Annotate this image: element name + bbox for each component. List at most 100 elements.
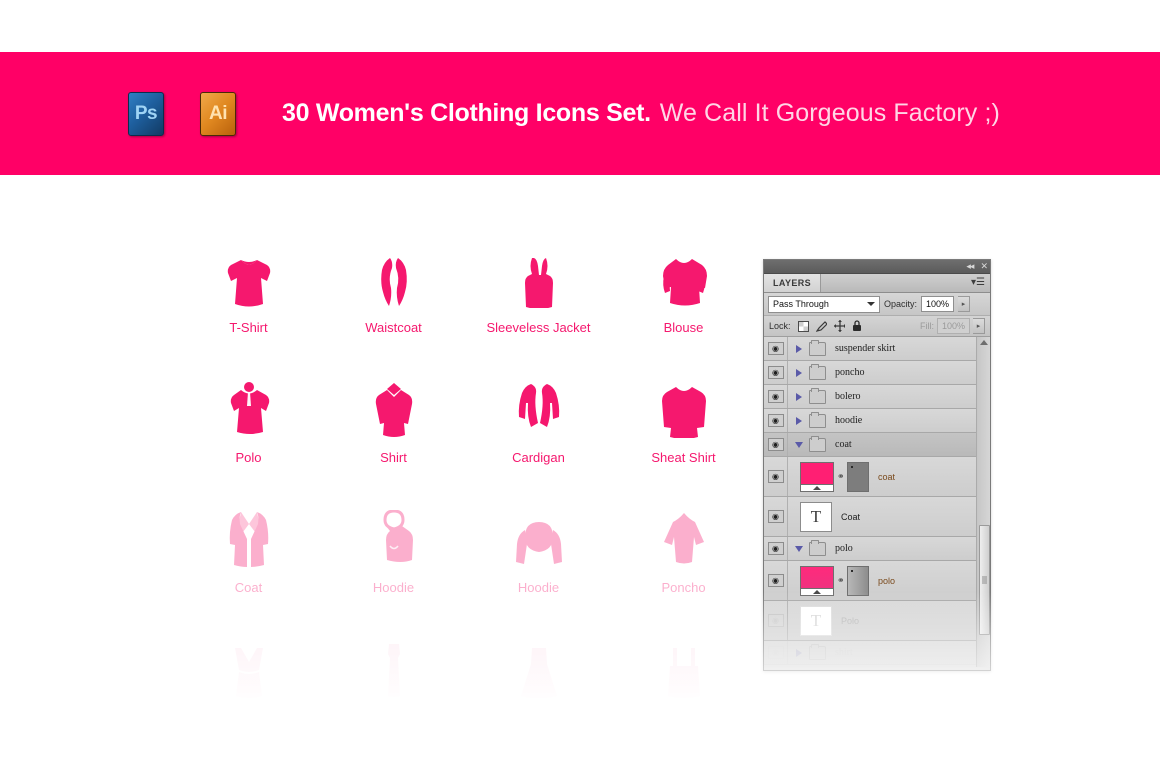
icon-cell-shirt[interactable]: Shirt	[321, 380, 466, 510]
blend-mode-select[interactable]: Pass Through	[768, 295, 880, 313]
banner-content: Ps Ai 30 Women's Clothing Icons Set. We …	[128, 52, 1000, 175]
folder-icon	[809, 411, 826, 428]
chevron-right-icon	[796, 648, 802, 657]
layer-thumbnail	[800, 461, 834, 492]
icon-row: T-Shirt Waistcoat Sleeveless Jacket Blou…	[176, 250, 756, 380]
table-row[interactable]: ◉ hoodie	[764, 409, 990, 433]
table-row[interactable]: ◉ coat	[764, 433, 990, 457]
icon-label: Hoodie	[372, 580, 415, 595]
visibility-toggle[interactable]: ◉	[764, 601, 788, 640]
close-icon[interactable]: ✕	[980, 262, 987, 271]
icon-cell-gown[interactable]	[466, 640, 611, 770]
icon-cell-dress-v[interactable]	[176, 640, 321, 770]
table-row[interactable]: ◉ polo	[764, 537, 990, 561]
layer-name: shirt	[835, 647, 853, 658]
icon-cell-cardigan[interactable]: Cardigan	[466, 380, 611, 510]
visibility-toggle[interactable]: ◉	[764, 457, 788, 496]
fill-spinner-icon[interactable]: ▸	[973, 318, 985, 334]
layer-thumbnails: ⚭	[800, 461, 869, 492]
expand-toggle[interactable]	[791, 416, 807, 425]
table-row[interactable]: ◉ suspender skirt	[764, 337, 990, 361]
scrollbar-thumb[interactable]	[979, 525, 990, 635]
icon-cell-coat[interactable]: Coat	[176, 510, 321, 640]
tab-layers[interactable]: LAYERS	[764, 274, 822, 292]
layer-list-scrollbar[interactable]	[976, 337, 990, 667]
illustrator-badge: Ai	[200, 91, 236, 136]
eye-icon: ◉	[767, 390, 784, 403]
icon-label: Poncho	[661, 580, 706, 595]
expand-toggle[interactable]	[791, 344, 807, 353]
move-lock-icon[interactable]	[833, 320, 845, 332]
panel-menu-icon[interactable]: ▾☰	[971, 274, 990, 292]
scroll-up-icon[interactable]	[979, 340, 988, 345]
table-row[interactable]: ◉ T Polo	[764, 601, 990, 641]
icon-cell-hoodie[interactable]: Hoodie	[321, 510, 466, 640]
link-icon[interactable]: ⚭	[837, 471, 845, 482]
visibility-toggle[interactable]: ◉	[764, 641, 788, 664]
icon-cell-long-dress[interactable]	[321, 640, 466, 770]
icon-cell-waistcoat[interactable]: Waistcoat	[321, 250, 466, 380]
scrollbar-grip-icon	[982, 576, 987, 584]
eye-icon: ◉	[767, 414, 784, 427]
fill-input[interactable]: 100%	[937, 318, 970, 334]
icon-cell-hoodie-open[interactable]: Hoodie	[466, 510, 611, 640]
icon-cell-poncho[interactable]: Poncho	[611, 510, 756, 640]
chevron-down-icon	[867, 301, 875, 306]
icon-cell-sweatshirt[interactable]: Sheat Shirt	[611, 380, 756, 510]
layer-thumbnails: ⚭	[800, 565, 869, 596]
collapse-icon[interactable]: ◂◂	[966, 262, 974, 271]
panel-titlebar: ◂◂ ✕	[764, 260, 990, 274]
photoshop-badge: Ps	[128, 91, 164, 136]
visibility-toggle[interactable]: ◉	[764, 337, 788, 360]
table-row[interactable]: ◉ T Coat	[764, 497, 990, 537]
icon-label: Cardigan	[512, 450, 565, 465]
visibility-toggle[interactable]: ◉	[764, 409, 788, 432]
banner-title-light: We Call It Gorgeous Factory ;)	[659, 99, 1000, 127]
table-row[interactable]: ◉ ⚭ polo	[764, 561, 990, 601]
table-row[interactable]: ◉ bolero	[764, 385, 990, 409]
lock-label: Lock:	[769, 321, 791, 331]
layer-name: coat	[878, 471, 896, 482]
layer-name: Polo	[841, 615, 860, 626]
layer-name: polo	[835, 543, 853, 554]
gown-icon	[504, 640, 574, 698]
hoodie-open-icon	[504, 510, 574, 568]
expand-toggle[interactable]	[791, 648, 807, 657]
table-row[interactable]: ◉ ⚭ coat	[764, 457, 990, 497]
visibility-toggle[interactable]: ◉	[764, 385, 788, 408]
table-row[interactable]: ◉ shirt	[764, 641, 990, 665]
folder-icon	[809, 643, 826, 660]
fill-group: Fill: 100% ▸	[920, 318, 985, 334]
expand-toggle[interactable]	[791, 392, 807, 401]
icon-cell-polo[interactable]: Polo	[176, 380, 321, 510]
expand-toggle[interactable]	[791, 545, 807, 552]
opacity-input[interactable]: 100%	[921, 296, 955, 312]
visibility-toggle[interactable]: ◉	[764, 433, 788, 456]
layer-name: poncho	[835, 367, 865, 378]
opacity-spinner-icon[interactable]: ▸	[958, 296, 971, 312]
layer-mask-thumbnail	[847, 565, 869, 596]
visibility-toggle[interactable]: ◉	[764, 497, 788, 536]
panel-tabbar: LAYERS ▾☰	[764, 274, 990, 293]
blend-mode-value: Pass Through	[773, 299, 829, 309]
icon-label: Coat	[234, 580, 263, 595]
transparency-lock-icon[interactable]	[797, 320, 809, 332]
all-lock-icon[interactable]	[852, 320, 863, 332]
icon-cell-blouse[interactable]: Blouse	[611, 250, 756, 380]
icon-cell-tshirt[interactable]: T-Shirt	[176, 250, 321, 380]
polo-icon	[214, 380, 284, 438]
lock-row: Lock: Fill: 100% ▸	[764, 316, 990, 337]
chevron-right-icon	[796, 368, 802, 377]
visibility-toggle[interactable]: ◉	[764, 361, 788, 384]
expand-toggle[interactable]	[791, 441, 807, 448]
icon-label: Waistcoat	[365, 320, 422, 335]
visibility-toggle[interactable]: ◉	[764, 537, 788, 560]
table-row[interactable]: ◉ poncho	[764, 361, 990, 385]
icon-cell-sleeveless-jacket[interactable]: Sleeveless Jacket	[466, 250, 611, 380]
visibility-toggle[interactable]: ◉	[764, 561, 788, 600]
chevron-right-icon	[796, 392, 802, 401]
icon-cell-suspender-skirt[interactable]	[611, 640, 756, 770]
expand-toggle[interactable]	[791, 368, 807, 377]
paint-lock-icon[interactable]	[815, 320, 827, 332]
link-icon[interactable]: ⚭	[837, 575, 845, 586]
